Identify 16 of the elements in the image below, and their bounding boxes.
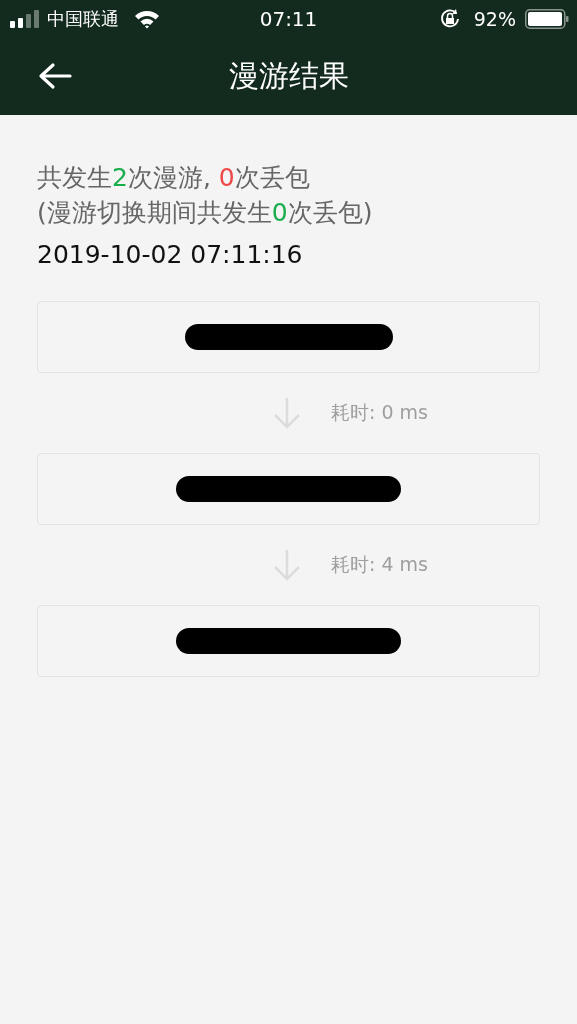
signal-icon xyxy=(10,10,40,28)
summary-text: (漫游切换期间共发生0次丢包) xyxy=(37,197,374,229)
down-arrow-icon xyxy=(273,397,301,429)
duration-label: 耗时: 4 ms xyxy=(331,552,428,577)
battery-icon xyxy=(525,9,569,29)
timestamp: 2019-10-02 07:11:16 xyxy=(37,240,304,269)
carrier-name: 中国联通 xyxy=(47,7,119,31)
summary-text: 共发生2次漫游, 0次丢包 xyxy=(37,162,311,194)
battery-percent: 92% xyxy=(473,8,516,30)
duration-label: 耗时: 0 ms xyxy=(331,400,428,425)
down-arrow-icon xyxy=(273,549,301,581)
wifi-icon xyxy=(134,9,160,29)
page-title: 漫游结果 xyxy=(228,57,349,95)
rotation-lock-icon xyxy=(438,8,461,30)
status-time: 07:11 xyxy=(259,7,318,31)
back-arrow-icon[interactable] xyxy=(38,62,72,90)
